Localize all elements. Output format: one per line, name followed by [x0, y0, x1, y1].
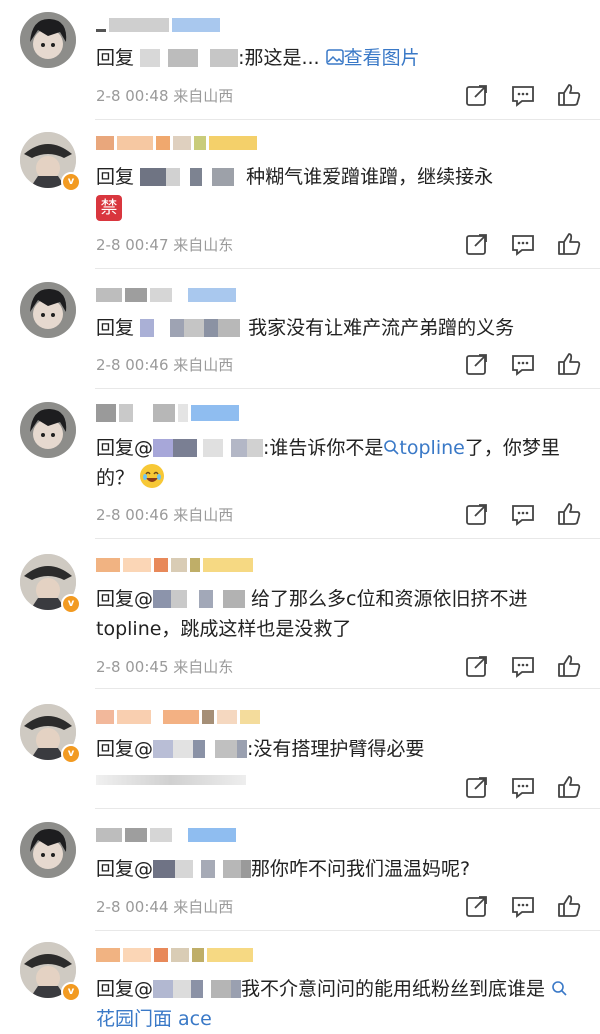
like-icon[interactable]	[556, 653, 582, 679]
comment-meta: 2-8 00:45 来自山东	[96, 658, 234, 676]
username-masked[interactable]	[96, 284, 236, 306]
reply-text: 回复@ 那你咋不问我们温温妈呢?	[96, 858, 471, 880]
avatar[interactable]	[20, 402, 76, 458]
comment-actions	[464, 351, 582, 377]
verified-badge: v	[61, 594, 81, 614]
share-icon[interactable]	[464, 774, 490, 800]
comment-actions	[464, 231, 582, 257]
reply-text: 回复 我家没有让难产流产弟蹭的义务	[96, 317, 515, 339]
topline-link[interactable]: topline	[383, 437, 465, 459]
comment-icon[interactable]	[510, 893, 536, 919]
comment-icon[interactable]	[510, 501, 536, 527]
search-link-icon	[552, 981, 567, 996]
masked-line	[96, 774, 246, 785]
reply-text: 回复@:谁告诉你不是 topline了，你梦里的？	[96, 437, 560, 489]
search-link-icon	[384, 440, 399, 455]
username-masked[interactable]	[96, 402, 239, 424]
username-masked[interactable]	[96, 14, 220, 36]
comment-icon[interactable]	[510, 82, 536, 108]
share-icon[interactable]	[464, 501, 490, 527]
comment-item: v 回复 种糊气谁爱蹭谁蹭，继续接永 禁 2-8 00:47 来自山东	[0, 120, 600, 269]
comment-item: v 回复@ 我不介意问问的能用纸粉丝到底谁是 花园门面 ace	[0, 930, 600, 1033]
like-icon[interactable]	[556, 501, 582, 527]
username-masked[interactable]	[96, 706, 260, 728]
comment-actions	[464, 893, 582, 919]
share-icon[interactable]	[464, 653, 490, 679]
comment-item: v 回复@ 给了那么多c位和资源依旧挤不进topline，跳成这样也是没救了 2-…	[0, 538, 600, 689]
like-icon[interactable]	[556, 351, 582, 377]
reply-text: 回复 :那这是... 查看图片	[96, 47, 420, 69]
verified-badge: v	[61, 744, 81, 764]
comment-actions	[464, 82, 582, 108]
reply-text: 回复@ 我不介意问问的能用纸粉丝到底谁是 花园门面 ace	[96, 974, 586, 1034]
view-image-link[interactable]: 查看图片	[325, 47, 420, 69]
comment-item: 回复@ 那你咋不问我们温温妈呢? 2-8 00:44 来自山西	[0, 808, 600, 931]
reply-text: 回复 种糊气谁爱蹭谁蹭，继续接永 禁	[96, 162, 586, 222]
comment-actions	[464, 774, 582, 800]
username-masked[interactable]	[96, 554, 253, 576]
share-icon[interactable]	[464, 893, 490, 919]
share-icon[interactable]	[464, 351, 490, 377]
comment-meta: 2-8 00:47 来自山东	[96, 236, 234, 254]
comment-item: v 回复@:没有搭理护臂得必要	[0, 688, 600, 809]
avatar[interactable]	[20, 822, 76, 878]
comment-feed: 回复 :那这是... 查看图片 2-8 00:48 来自山西 v 回复 种糊气谁…	[0, 0, 600, 1033]
avatar[interactable]	[20, 12, 76, 68]
comment-icon[interactable]	[510, 231, 536, 257]
verified-badge: v	[61, 982, 81, 1002]
forbidden-emoji: 禁	[96, 195, 122, 221]
avatar[interactable]	[20, 282, 76, 338]
like-icon[interactable]	[556, 82, 582, 108]
comment-item: 回复@:谁告诉你不是 topline了，你梦里的？ 2-8 00:46 来自山西	[0, 388, 600, 539]
comment-item: 回复 我家没有让难产流产弟蹭的义务 2-8 00:46 来自山西	[0, 268, 600, 389]
comment-actions	[464, 653, 582, 679]
share-icon[interactable]	[464, 82, 490, 108]
username-masked[interactable]	[96, 132, 257, 154]
comment-actions	[464, 501, 582, 527]
verified-badge: v	[61, 172, 81, 192]
laugh-emoji	[140, 464, 165, 488]
comment-meta: 2-8 00:46 来自山西	[96, 506, 234, 524]
comment-icon[interactable]	[510, 653, 536, 679]
like-icon[interactable]	[556, 231, 582, 257]
like-icon[interactable]	[556, 893, 582, 919]
comment-item: 回复 :那这是... 查看图片 2-8 00:48 来自山西	[0, 0, 600, 120]
comment-meta: 2-8 00:44 来自山西	[96, 898, 234, 916]
share-icon[interactable]	[464, 231, 490, 257]
like-icon[interactable]	[556, 774, 582, 800]
comment-icon[interactable]	[510, 351, 536, 377]
comment-meta: 2-8 00:46 来自山西	[96, 356, 234, 374]
image-icon	[325, 49, 344, 65]
reply-text: 回复@ 给了那么多c位和资源依旧挤不进topline，跳成这样也是没救了	[96, 588, 528, 640]
comment-icon[interactable]	[510, 774, 536, 800]
username-masked[interactable]	[96, 824, 236, 846]
comment-meta: 2-8 00:48 来自山西	[96, 87, 234, 105]
username-masked[interactable]	[96, 944, 253, 966]
